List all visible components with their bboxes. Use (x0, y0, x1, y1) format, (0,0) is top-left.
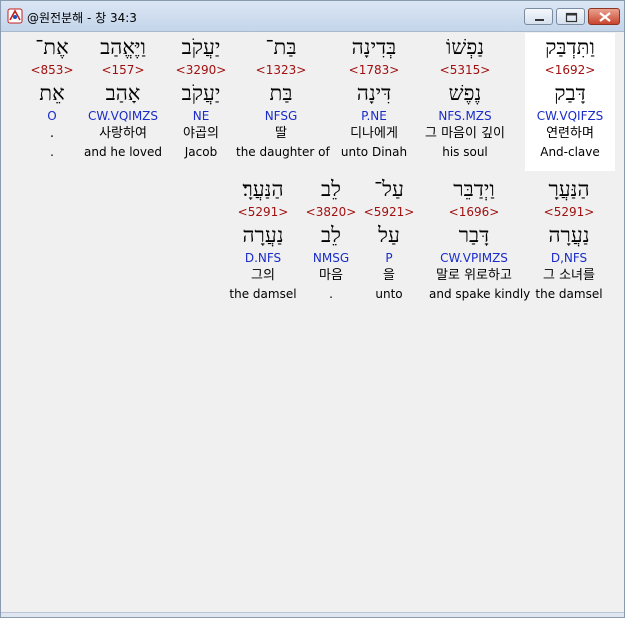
hebrew-word: יַעֲקֹב (181, 35, 221, 59)
close-button[interactable] (588, 8, 620, 25)
lemma: דָּבַר (458, 223, 490, 247)
strong-number: <3290> (175, 63, 227, 77)
hebrew-word: הַנַּעֲרָ (548, 177, 590, 201)
english-gloss: . (50, 145, 54, 159)
strong-number: <1692> (544, 63, 596, 77)
strong-number: <5315> (439, 63, 491, 77)
lemma: נֶפֶשׁ (448, 81, 482, 105)
strong-number: <853> (30, 63, 74, 77)
window-bottom-border (1, 612, 624, 617)
english-gloss: unto Dinah (340, 145, 408, 159)
strong-number: <1696> (448, 205, 500, 219)
hebrew-word: נַפְשׁוֹ (445, 35, 485, 59)
window-title: @원전분해 - 창 34:3 (27, 11, 137, 25)
morphology: P.NE (361, 109, 387, 123)
lemma: דָּבַק (554, 81, 586, 105)
hebrew-word: וַתִּדְבַּק (545, 35, 595, 59)
minimize-button[interactable] (524, 8, 553, 25)
morphology: D.NFS (244, 251, 282, 265)
korean-gloss: 딸 (275, 126, 287, 141)
hebrew-word: בַּת־ (265, 35, 297, 59)
strong-number: <1323> (255, 63, 307, 77)
lemma: אֵת (39, 81, 65, 105)
korean-gloss: 그의 (251, 268, 275, 283)
minimize-icon (535, 19, 544, 21)
lemma: נַעֲרָה (548, 223, 590, 247)
word-cell[interactable]: נַפְשׁוֹ <5315> נֶפֶשׁ NFS.MZS 그 마음이 깊이 … (420, 33, 510, 161)
word-cell[interactable]: אֶת־ <853> אֵת O . . (7, 33, 97, 161)
english-gloss: his soul (442, 145, 488, 159)
korean-gloss: . (49, 126, 55, 141)
strong-number: <1783> (348, 63, 400, 77)
word-analysis-panel: וַתִּדְבַּק <1692> דָּבַק CW.VQIFZS 연련하며… (2, 32, 623, 616)
morphology: NFS.MZS (438, 109, 492, 123)
morphology: D,NFS (550, 251, 588, 265)
maximize-icon (565, 12, 578, 23)
morphology: CW.VPIMZS (440, 251, 508, 265)
korean-gloss: 디나에게 (350, 126, 398, 141)
lemma: יַעֲקֹב (181, 81, 221, 105)
word-cell[interactable]: הַנַּעֲרָ׃ <5291> נַעֲרָה D.NFS 그의 the d… (218, 175, 308, 303)
english-gloss: the daughter of (236, 145, 330, 159)
lemma: דִּינָה (356, 81, 392, 105)
hebrew-word: אֶת־ (35, 35, 69, 59)
morphology: CW.VQIFZS (536, 109, 604, 123)
english-gloss: And-clave (540, 145, 600, 159)
english-gloss: and spake kindly (429, 287, 531, 301)
korean-gloss: 그 소녀를 (543, 268, 595, 283)
hebrew-word: הַנַּעֲרָ׃ (242, 177, 284, 201)
english-gloss: the damsel (229, 287, 297, 301)
korean-gloss: 말로 위로하고 (436, 268, 512, 283)
word-cell[interactable]: וַתִּדְבַּק <1692> דָּבַק CW.VQIFZS 연련하며… (525, 33, 615, 171)
lemma: נַעֲרָה (242, 223, 284, 247)
word-cell[interactable]: וַיְדַבֵּר <1696> דָּבַר CW.VPIMZS 말로 위로… (429, 175, 531, 303)
korean-gloss: 그 마음이 깊이 (424, 126, 506, 141)
english-gloss: the damsel (535, 287, 603, 301)
morphology: NFSG (264, 109, 298, 123)
maximize-button[interactable] (556, 8, 585, 25)
app-window: @원전분해 - 창 34:3 וַתִּדְבַּק <1692> דָּבַק… (0, 0, 625, 618)
title-bar[interactable]: @원전분해 - 창 34:3 (1, 1, 624, 32)
word-cell[interactable]: בְּדִינָה <1783> דִּינָה P.NE 디나에게 unto … (329, 33, 419, 161)
word-cell[interactable]: בַּת־ <1323> בַּת NFSG 딸 the daughter of (236, 33, 330, 161)
morphology: NE (192, 109, 210, 123)
korean-gloss: 연련하며 (546, 126, 594, 141)
korean-gloss: 야곱의 (183, 126, 219, 141)
word-cell[interactable]: הַנַּעֲרָ <5291> נַעֲרָה D,NFS 그 소녀를 the… (524, 175, 614, 303)
word-cell[interactable]: יַעֲקֹב <3290> יַעֲקֹב NE 야곱의 Jacob (156, 33, 246, 161)
hebrew-word: בְּדִינָה (351, 35, 397, 59)
close-icon (599, 12, 611, 22)
strong-number: <5291> (237, 205, 289, 219)
strong-number: <5291> (543, 205, 595, 219)
app-icon (7, 8, 23, 24)
hebrew-word: וַיְדַבֵּר (453, 177, 495, 201)
lemma: בַּת (269, 81, 293, 105)
morphology: O (47, 109, 57, 123)
english-gloss: Jacob (184, 145, 218, 159)
